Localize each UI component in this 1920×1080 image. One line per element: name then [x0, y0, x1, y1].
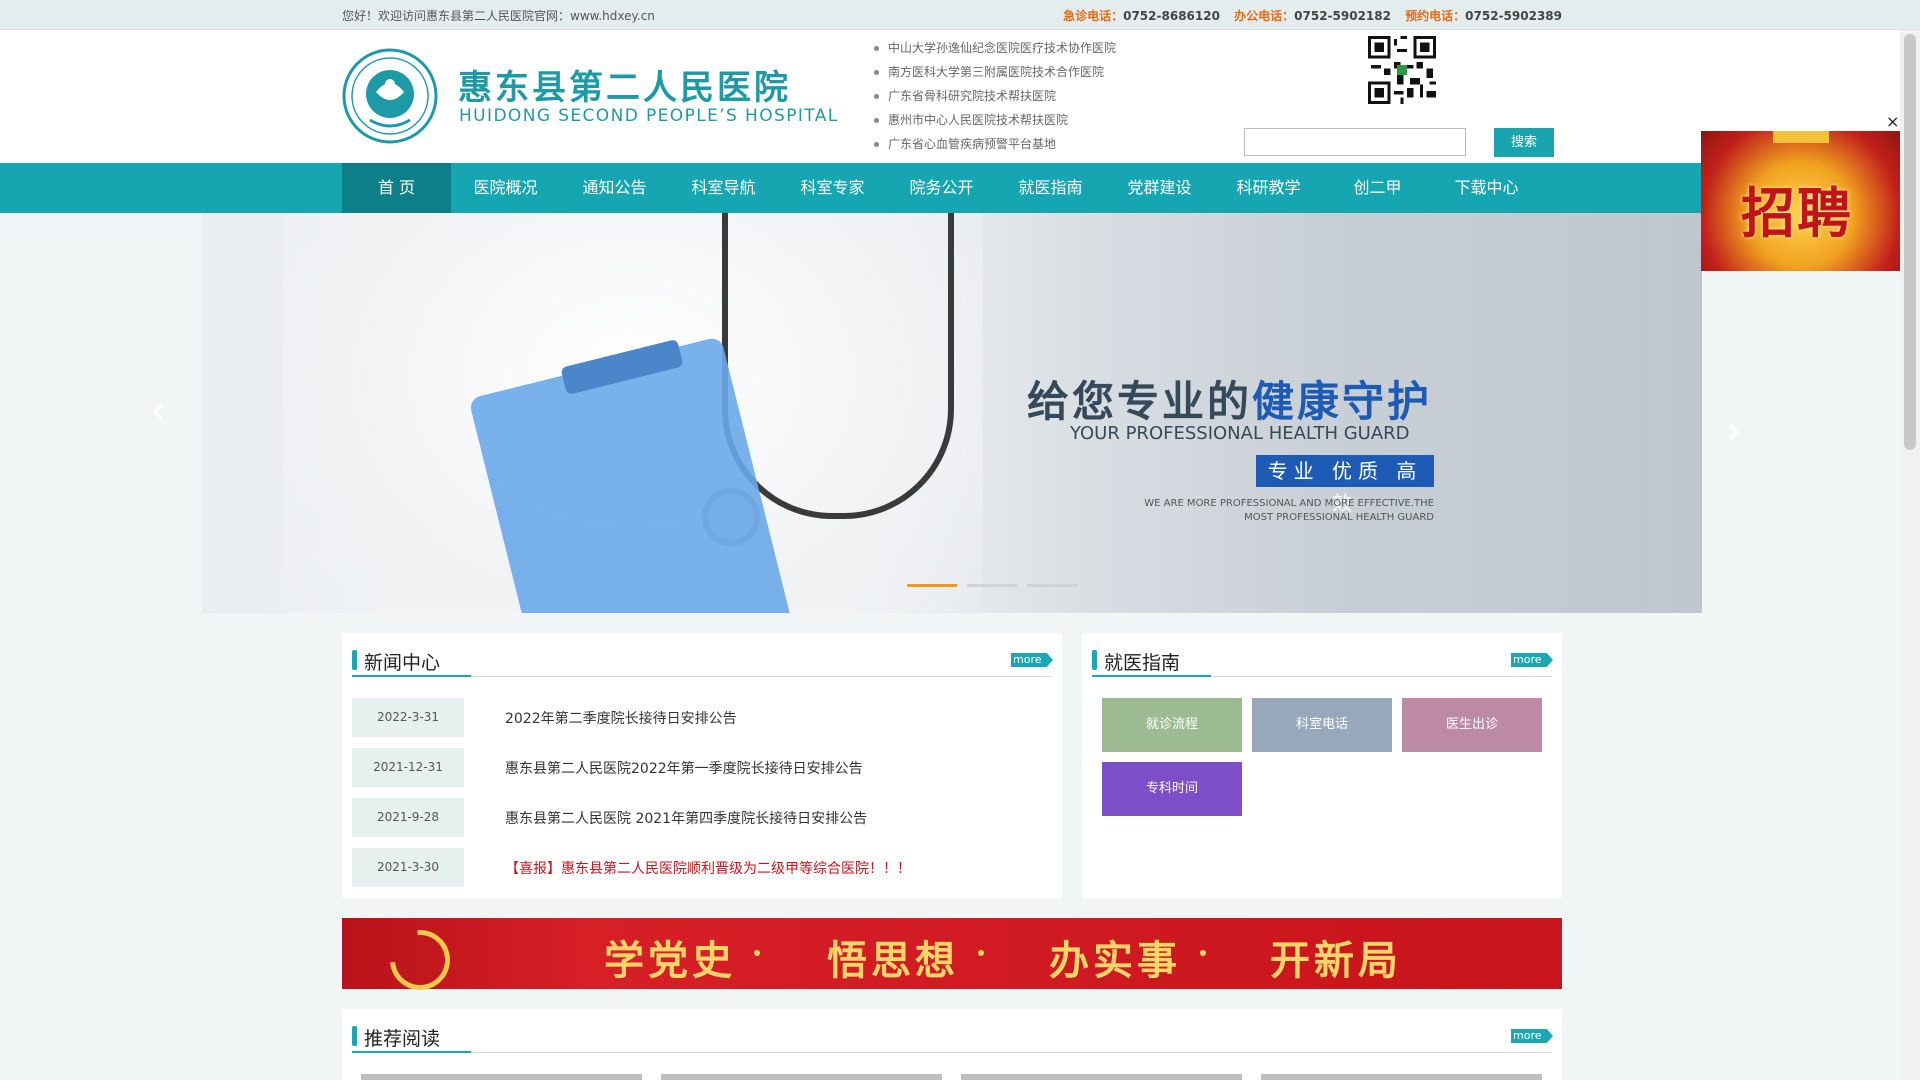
- carousel-next-icon[interactable]: ›: [1726, 408, 1742, 454]
- office-phone-number: 0752-5902182: [1294, 9, 1391, 23]
- carousel-prev-icon[interactable]: ‹: [150, 388, 166, 434]
- hospital-name-en[interactable]: HUIDONG SECOND PEOPLE’S HOSPITAL: [459, 106, 839, 126]
- news-item-link[interactable]: 【喜报】惠东县第二人民医院顺利晋级为二级甲等综合医院！！！: [505, 858, 911, 878]
- guide-tile-doctor-schedule[interactable]: 医生出诊: [1402, 698, 1542, 752]
- guide-more-link[interactable]: more: [1511, 653, 1553, 667]
- news-more-link[interactable]: more: [1011, 653, 1053, 667]
- banner-slogan-small: WE ARE MORE PROFESSIONAL AND MORE EFFECT…: [1137, 497, 1434, 525]
- guide-title-marker: [1092, 650, 1097, 670]
- partner-item: 广东省心血管疾病预警平台基地: [872, 134, 1116, 158]
- carousel-dot-2[interactable]: [967, 584, 1017, 587]
- recommend-thumbnail[interactable]: [961, 1074, 1242, 1080]
- recruitment-ad[interactable]: 招聘: [1701, 131, 1901, 271]
- nav-item-research[interactable]: 科研教学: [1214, 163, 1323, 213]
- partner-item: 南方医科大学第三附属医院技术合作医院: [872, 62, 1116, 86]
- party-emblem-icon: [377, 917, 463, 1003]
- nav-item-grade-a[interactable]: 创二甲: [1323, 163, 1432, 213]
- news-item-link[interactable]: 惠东县第二人民医院2022年第一季度院长接待日安排公告: [505, 758, 863, 778]
- recommend-panel: [342, 1009, 1562, 1080]
- banner-slogan-small-line-1: WE ARE MORE PROFESSIONAL AND MORE EFFECT…: [1144, 498, 1434, 509]
- partner-list: 中山大学孙逸仙纪念医院医疗技术协作医院 南方医科大学第三附属医院技术合作医院 广…: [872, 38, 1116, 158]
- office-phone-label: 办公电话：: [1234, 9, 1295, 23]
- party-slogan-2: 悟思想: [827, 937, 959, 984]
- appointment-phone-number: 0752-5902389: [1465, 9, 1562, 23]
- guide-tile-visit-process[interactable]: 就诊流程: [1102, 698, 1242, 752]
- qr-code-icon: [1368, 36, 1436, 104]
- guide-title-underline: [1092, 675, 1211, 677]
- nav-item-home[interactable]: 首 页: [342, 163, 451, 213]
- news-date: 2021-3-30: [352, 848, 464, 887]
- recommend-panel-title[interactable]: 推荐阅读: [364, 1024, 440, 1051]
- news-item-link[interactable]: 2022年第二季度院长接待日安排公告: [505, 708, 737, 728]
- news-item-link[interactable]: 惠东县第二人民医院 2021年第四季度院长接待日安排公告: [505, 808, 867, 828]
- party-slogan-1: 学党史: [604, 937, 736, 984]
- banner-slogan-part-2: 健康守护: [1252, 377, 1433, 426]
- recommend-thumbnail[interactable]: [661, 1074, 942, 1080]
- nav-item-overview[interactable]: 医院概况: [451, 163, 560, 213]
- banner-slogan-part-1: 给您专业的: [1027, 377, 1253, 426]
- banner-slogan-cn: 给您专业的健康守护: [1027, 368, 1432, 429]
- recommend-thumbnail[interactable]: [1261, 1074, 1542, 1080]
- lantern-icon: [1773, 131, 1829, 143]
- partner-item: 广东省骨科研究院技术帮扶医院: [872, 86, 1116, 110]
- recruitment-ad-text: 招聘: [1741, 182, 1853, 245]
- carousel-dot-3[interactable]: [1027, 584, 1077, 587]
- party-slogan-4: 开新局: [1270, 937, 1402, 984]
- stethoscope-icon: [722, 213, 954, 519]
- phone-numbers: 急诊电话：0752-8686120 办公电话：0752-5902182 预约电话…: [1053, 7, 1562, 24]
- partner-item: 中山大学孙逸仙纪念医院医疗技术协作医院: [872, 38, 1116, 62]
- banner-slogan-badge: 专业 优质 高效: [1256, 455, 1434, 515]
- recommend-thumbnail[interactable]: [361, 1074, 642, 1080]
- banner-slogan-en: YOUR PROFESSIONAL HEALTH GUARD: [1070, 423, 1410, 444]
- guide-tile-dept-phone[interactable]: 科室电话: [1252, 698, 1392, 752]
- nav-item-affairs[interactable]: 院务公开: [887, 163, 996, 213]
- news-title-underline: [352, 675, 471, 677]
- party-slogan-3: 办实事: [1049, 937, 1181, 984]
- news-date: 2021-12-31: [352, 748, 464, 787]
- scrollbar-thumb[interactable]: [1904, 34, 1916, 450]
- party-separator: [1200, 950, 1206, 956]
- recommend-more-link[interactable]: more: [1511, 1029, 1553, 1043]
- nav-item-guide[interactable]: 就医指南: [996, 163, 1105, 213]
- close-icon[interactable]: ×: [1886, 112, 1899, 131]
- news-panel-title[interactable]: 新闻中心: [364, 648, 440, 675]
- emergency-phone-label: 急诊电话：: [1063, 9, 1124, 23]
- carousel-dot-1[interactable]: [907, 584, 957, 587]
- top-bar: 您好！欢迎访问惠东县第二人民医院官网：www.hdxey.cn 急诊电话：075…: [0, 0, 1920, 30]
- guide-tile-specialty-hours[interactable]: 专科时间: [1102, 762, 1242, 816]
- nav-item-departments[interactable]: 科室导航: [669, 163, 778, 213]
- news-title-marker: [352, 650, 357, 670]
- appointment-phone-label: 预约电话：: [1405, 9, 1466, 23]
- banner-slogan-small-line-2: MOST PROFESSIONAL HEALTH GUARD: [1244, 512, 1434, 523]
- main-nav: 首 页 医院概况 通知公告 科室导航 科室专家 院务公开 就医指南 党群建设 科…: [0, 163, 1900, 213]
- recommend-title-underline: [352, 1051, 471, 1053]
- party-separator: [754, 950, 760, 956]
- emergency-phone-number: 0752-8686120: [1123, 9, 1220, 23]
- guide-panel-title[interactable]: 就医指南: [1104, 648, 1180, 675]
- nav-item-experts[interactable]: 科室专家: [778, 163, 887, 213]
- search-button[interactable]: 搜索: [1494, 128, 1554, 157]
- search-input[interactable]: [1244, 128, 1466, 156]
- nav-item-notices[interactable]: 通知公告: [560, 163, 669, 213]
- party-history-banner[interactable]: 学党史 悟思想 办实事 开新局: [342, 917, 1562, 1003]
- hospital-logo-icon[interactable]: [342, 48, 438, 144]
- nav-item-party[interactable]: 党群建设: [1105, 163, 1214, 213]
- news-date: 2022-3-31: [352, 698, 464, 737]
- news-date: 2021-9-28: [352, 798, 464, 837]
- hospital-name-cn[interactable]: 惠东县第二人民医院: [458, 60, 791, 109]
- nav-item-downloads[interactable]: 下载中心: [1432, 163, 1541, 213]
- recommend-title-divider: [352, 1052, 1552, 1053]
- banner-carousel[interactable]: 给您专业的健康守护 YOUR PROFESSIONAL HEALTH GUARD…: [202, 213, 1702, 613]
- welcome-text: 您好！欢迎访问惠东县第二人民医院官网：www.hdxey.cn: [342, 9, 655, 23]
- recommend-title-marker: [352, 1026, 357, 1046]
- partner-item: 惠州市中心人民医院技术帮扶医院: [872, 110, 1116, 134]
- party-separator: [978, 950, 984, 956]
